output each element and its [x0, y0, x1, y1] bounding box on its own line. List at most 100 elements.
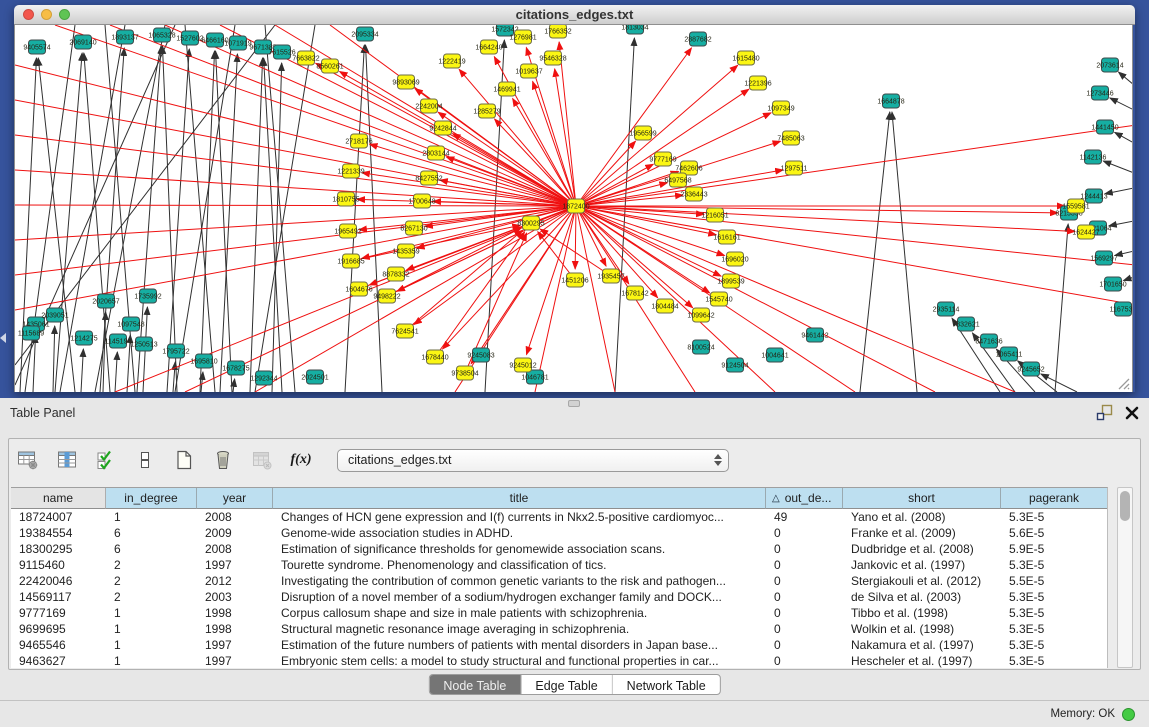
float-panel-icon[interactable] [1096, 404, 1113, 421]
table-cell: Investigating the contribution of common… [273, 573, 766, 589]
table-cell: 5.9E-5 [1001, 541, 1108, 557]
tab-node-table[interactable]: Node Table [429, 675, 520, 694]
table-selector-value: citations_edges.txt [348, 453, 714, 467]
graph-node-label: 1559581 [1062, 204, 1089, 211]
table-cell: 1 [106, 637, 197, 653]
tab-network-table[interactable]: Network Table [612, 675, 720, 694]
column-header-pagerank[interactable]: pagerank [1001, 488, 1108, 509]
graph-node-label: 1019637 [515, 69, 542, 76]
table-cell: 5.3E-5 [1001, 605, 1108, 621]
table-cell: Changes of HCN gene expression and I(f) … [273, 509, 766, 525]
table-row[interactable]: 1938455462009Genome-wide association stu… [11, 525, 1107, 541]
column-header-year[interactable]: year [197, 488, 273, 509]
table-row[interactable]: 946362711997Embryonic stem cells: a mode… [11, 653, 1107, 668]
graph-node-label: 1804484 [651, 304, 678, 311]
status-bar: Memory: OK [0, 700, 1149, 727]
table-cell: 0 [766, 589, 843, 605]
graph-node-label: 1099642 [687, 313, 714, 320]
row-height-button[interactable] [132, 447, 158, 473]
column-header-out-degree[interactable]: △ out_de... [766, 488, 843, 509]
citation-network-graph: 9405574206914018931371065328152760264661… [15, 25, 1133, 392]
select-all-columns-button[interactable] [93, 447, 119, 473]
graph-node-label: 1145194 [105, 339, 132, 346]
graph-node-label: 1441450 [1091, 125, 1118, 132]
table-cell: 5.3E-5 [1001, 653, 1108, 668]
close-panel-icon[interactable] [1125, 406, 1139, 420]
table-cell: Estimation of significance thresholds fo… [273, 541, 766, 557]
graph-node-label: 1221339 [337, 169, 364, 176]
table-row[interactable]: 1830029562008Estimation of significance … [11, 541, 1107, 557]
table-cell: Corpus callosum shape and size in male p… [273, 605, 766, 621]
graph-node-label: 1097548 [117, 322, 144, 329]
graph-node-label: 1435359 [392, 249, 419, 256]
table-cell: 6 [106, 525, 197, 541]
scrollbar-thumb[interactable] [1120, 491, 1130, 521]
column-header-in-degree[interactable]: in_degree [106, 488, 197, 509]
graph-node-label: 1071919 [224, 41, 251, 48]
graph-node-label: 1604676 [345, 287, 372, 294]
table-row[interactable]: 977716911998Corpus callosum shape and si… [11, 605, 1107, 621]
window-title: citations_edges.txt [14, 7, 1135, 22]
resize-grip-icon[interactable] [1116, 376, 1130, 390]
graph-node-label: 2073614 [1096, 63, 1123, 70]
graph-node-label: 1569297 [1090, 256, 1117, 263]
table-cell: Stergiakouli et al. (2012) [843, 573, 1001, 589]
table-selector-dropdown[interactable]: citations_edges.txt [337, 449, 729, 472]
table-mode-button[interactable] [15, 447, 41, 473]
table-row[interactable]: 2242004622012Investigating the contribut… [11, 573, 1107, 589]
table-cell: 5.3E-5 [1001, 589, 1108, 605]
table-row[interactable]: 1456911722003Disruption of a novel membe… [11, 589, 1107, 605]
table-cell: 0 [766, 605, 843, 621]
table-cell: 2 [106, 557, 197, 573]
function-builder-button[interactable]: f(x) [288, 447, 314, 473]
graph-node-label: 1292344 [250, 376, 277, 383]
table-cell: 0 [766, 637, 843, 653]
table-cell: 9465546 [11, 637, 106, 653]
delete-table-button[interactable] [249, 447, 275, 473]
graph-node-label: 1696020 [721, 257, 748, 264]
table-row[interactable]: 946554611997Estimation of the future num… [11, 637, 1107, 653]
table-row[interactable]: 969969511998Structural magnetic resonanc… [11, 621, 1107, 637]
table-body: 1872400712008Changes of HCN gene express… [11, 509, 1107, 668]
graph-node-label: 1222419 [438, 59, 465, 66]
network-view-canvas[interactable]: 9405574206914018931371065328152760264661… [14, 25, 1133, 392]
tab-edge-table[interactable]: Edge Table [520, 675, 611, 694]
graph-node-label: 1935457 [597, 274, 624, 281]
table-cell: Tibbo et al. (1998) [843, 605, 1001, 621]
graph-node-label: 9242844 [429, 126, 456, 133]
graph-node-label: 2887682 [684, 37, 711, 44]
graph-node-label: 1297511 [781, 166, 808, 173]
table-cell: 1 [106, 605, 197, 621]
delete-column-button[interactable] [210, 447, 236, 473]
graph-node-label: 1813034 [621, 25, 648, 32]
graph-node-label: 9405574 [23, 45, 50, 52]
table-cell: 18724007 [11, 509, 106, 525]
table-row[interactable]: 1872400712008Changes of HCN gene express… [11, 509, 1107, 525]
table-header-row: name in_degree year title △ out_de... sh… [11, 488, 1107, 509]
table-cell: 2012 [197, 573, 273, 589]
graph-node-label: 1451206 [561, 278, 588, 285]
table-row[interactable]: 911546021997Tourette syndrome. Phenomeno… [11, 557, 1107, 573]
table-cell: 0 [766, 573, 843, 589]
graph-node-label: 1004641 [761, 353, 788, 360]
table-cell: Dudbridge et al. (2008) [843, 541, 1001, 557]
table-cell: 0 [766, 653, 843, 668]
graph-node-label: 8427552 [415, 176, 442, 183]
column-header-name[interactable]: name [11, 488, 106, 509]
memory-status-indicator[interactable] [1122, 708, 1135, 721]
new-column-button[interactable] [171, 447, 197, 473]
table-cell: Genome-wide association studies in ADHD. [273, 525, 766, 541]
graph-node-label: 1065328 [148, 33, 175, 40]
network-window: citations_edges.txt 94055742069140189313… [14, 5, 1135, 392]
table-vertical-scrollbar[interactable] [1117, 487, 1133, 668]
column-header-short[interactable]: short [843, 488, 1001, 509]
show-columns-button[interactable] [54, 447, 80, 473]
graph-node-label: 1216051 [701, 213, 728, 220]
split-pane-grabber[interactable] [568, 400, 580, 407]
network-window-titlebar[interactable]: citations_edges.txt [14, 5, 1135, 25]
panel-collapse-arrow-icon[interactable] [0, 333, 6, 343]
table-cell: 5.3E-5 [1001, 621, 1108, 637]
table-cell: 5.3E-5 [1001, 557, 1108, 573]
column-header-title[interactable]: title [273, 488, 766, 509]
graph-node-label: 1664240 [475, 45, 502, 52]
